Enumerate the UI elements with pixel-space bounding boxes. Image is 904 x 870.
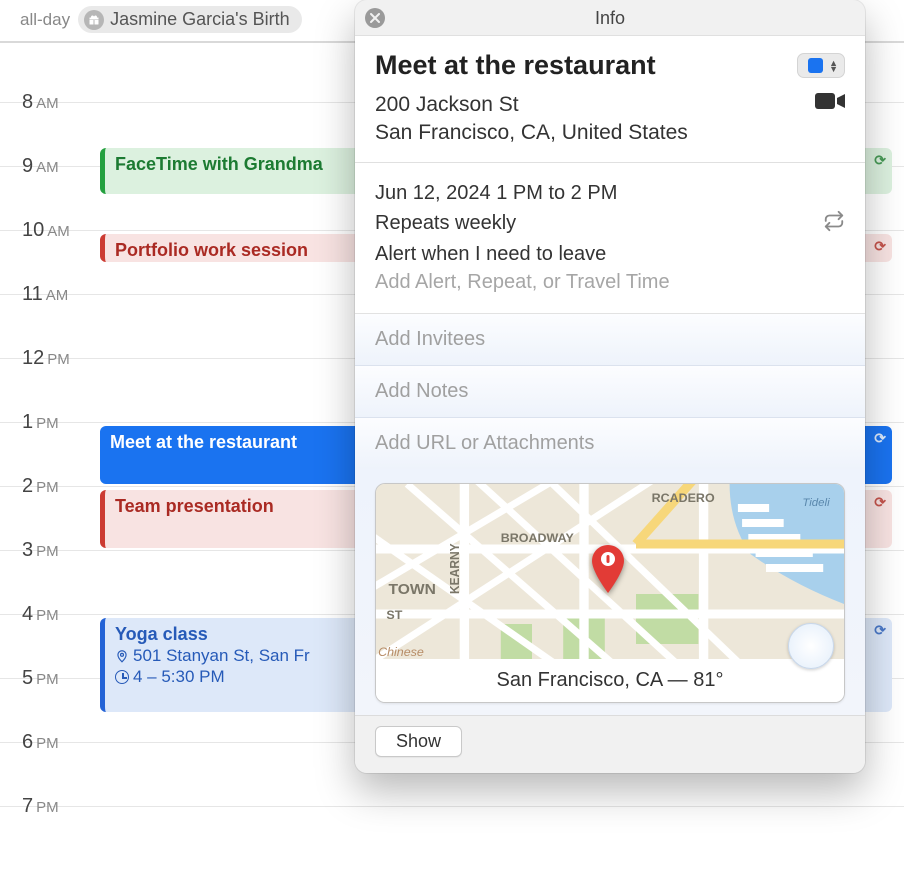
event-title[interactable]: Meet at the restaurant [375,50,656,81]
event-location[interactable]: 200 Jackson St San Francisco, CA, United… [375,91,688,148]
event-title: Meet at the restaurant [110,432,297,452]
repeat-icon: ⟳ [874,494,886,511]
video-call-icon[interactable] [815,91,845,111]
popover-footer: Show [355,715,865,773]
event-title: FaceTime with Grandma [115,154,323,174]
compass-icon[interactable] [788,623,834,669]
add-notes-row[interactable]: Add Notes [355,365,865,417]
repeat-icon: ⟳ [874,622,886,639]
allday-event-chip[interactable]: Jasmine Garcia's Birth [78,6,302,33]
repeat-icon: ⟳ [874,430,886,447]
map-card[interactable]: BROADWAY KEARNY TOWN ST Chinese RCADERO … [375,483,845,703]
street-label: RCADERO [652,491,715,505]
hour-label: 7PM [22,795,59,818]
map-section: BROADWAY KEARNY TOWN ST Chinese RCADERO … [355,469,865,715]
map-pin-icon [591,545,625,593]
close-button[interactable] [365,8,385,28]
repeat-icon: ⟳ [874,152,886,169]
add-invitees-row[interactable]: Add Invitees [355,313,865,365]
chevron-updown-icon: ▲▼ [829,60,838,72]
hour-label: 1PM [22,411,59,434]
event-title: Portfolio work session [115,240,308,260]
allday-event-title: Jasmine Garcia's Birth [110,9,290,30]
event-time: 4 – 5:30 PM [133,667,225,687]
popover-title: Info [595,8,625,28]
street-label: Tideli [802,497,830,509]
hour-label: 12PM [22,347,70,370]
street-label: ST [386,608,402,622]
event-repeat[interactable]: Repeats weekly [375,212,516,235]
hour-label: 4PM [22,603,59,626]
calendar-picker[interactable]: ▲▼ [797,53,845,78]
add-url-row[interactable]: Add URL or Attachments [355,417,865,469]
hour-label: 6PM [22,731,59,754]
repeat-icon: ⟳ [874,238,886,255]
street-label: KEARNY [448,543,462,594]
gift-icon [84,10,104,30]
show-button[interactable]: Show [375,726,462,757]
event-location: 501 Stanyan St, San Fr [133,646,310,666]
street-label: Chinese [378,645,424,659]
hour-label: 2PM [22,475,59,498]
repeat-icon [823,210,845,238]
event-info-popover: Info Meet at the restaurant ▲▼ 200 Jacks… [355,0,865,773]
hour-label: 5PM [22,667,59,690]
map-canvas[interactable]: BROADWAY KEARNY TOWN ST Chinese RCADERO … [376,484,844,659]
allday-label: all-day [20,10,70,30]
popover-header: Info [355,0,865,35]
event-title: Team presentation [115,496,274,516]
hour-label: 11AM [22,283,68,306]
hour-label: 10AM [22,219,70,242]
street-label: BROADWAY [501,531,574,545]
hour-label: 9AM [22,155,59,178]
clock-icon [115,670,129,684]
add-alert-repeat-travel[interactable]: Add Alert, Repeat, or Travel Time [375,271,845,294]
street-label: TOWN [388,581,435,598]
event-datetime[interactable]: Jun 12, 2024 1 PM to 2 PM [375,182,845,205]
section-time-repeat: Jun 12, 2024 1 PM to 2 PM Repeats weekly… [355,162,865,313]
calendar-color-swatch [808,58,823,73]
section-title-location: Meet at the restaurant ▲▼ 200 Jackson St… [355,35,865,162]
map-weather: San Francisco, CA — 81° [376,659,844,702]
event-alert[interactable]: Alert when I need to leave [375,243,845,266]
pin-icon [115,649,129,663]
hour-label: 8AM [22,91,59,114]
hour-label: 3PM [22,539,59,562]
